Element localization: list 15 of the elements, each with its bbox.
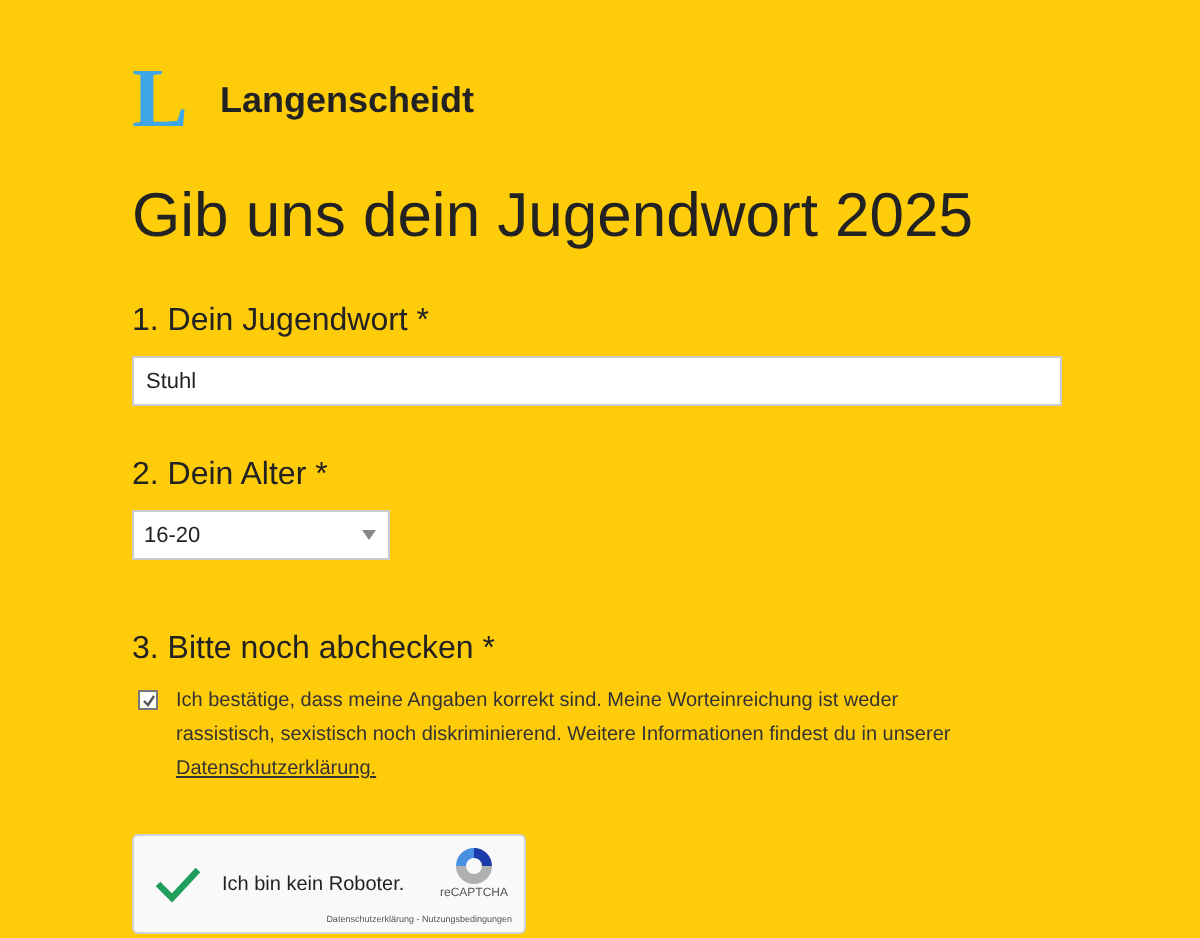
brand-name: Langenscheidt — [220, 79, 475, 121]
captcha-label: Ich bin kein Roboter. — [222, 873, 405, 895]
recaptcha-icon — [451, 844, 496, 888]
field-label: 3. Bitte noch abchecken * — [132, 632, 497, 668]
caret-icon — [362, 530, 376, 540]
age-dropdown[interactable]: 16-20 — [132, 510, 390, 560]
input-field[interactable]: Stuhl — [132, 356, 1062, 406]
logo-letter: L — [132, 64, 189, 136]
consent-text: Ich bestätige, dass meine Angaben korrekt sind. Meine Worteinreichung ist weder rassistisch, sexistisch noch diskriminierend. Weitere Informationen findest du in unserer Datenschutzerklärung. — [176, 688, 953, 784]
consent-checkbox[interactable] — [138, 690, 158, 710]
check-icon — [154, 866, 202, 902]
field-label: 2. Dein Alter * — [132, 458, 330, 494]
field-label: 1. Dein Jugendwort * — [132, 304, 432, 340]
page-title: Gib uns dein Jugendwort 2025 — [132, 180, 976, 252]
privacy-link[interactable]: Datenschutzerklärung. — [176, 758, 377, 780]
